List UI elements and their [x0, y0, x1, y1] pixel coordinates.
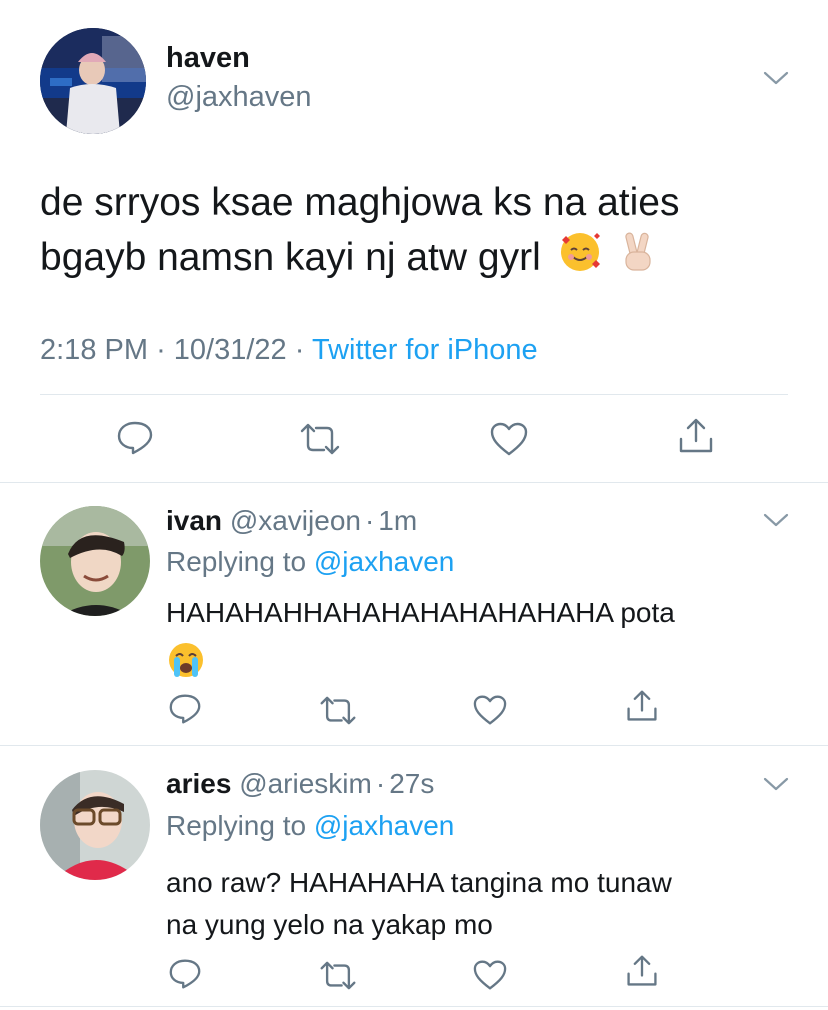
reply-header: aries @arieskim · 27s: [166, 768, 434, 800]
meta-separator: ·: [364, 505, 375, 536]
share-icon[interactable]: [625, 954, 659, 988]
tweet-date: 10/31/22: [173, 334, 287, 366]
replying-to-label: Replying to: [166, 546, 307, 577]
tweet-text: HAHAHAHHAHAHAHAHAHAHAHA pota: [166, 597, 675, 628]
tweet-meta: 2:18 PM · 10/31/22 · Twitter for iPhone: [40, 334, 538, 367]
share-icon[interactable]: [677, 417, 715, 455]
meta-separator: ·: [375, 768, 386, 799]
like-heart-icon[interactable]: [472, 959, 508, 991]
replying-to-handle-link[interactable]: @jaxhaven: [314, 810, 455, 841]
reply-icon[interactable]: [168, 693, 202, 725]
chevron-down-icon[interactable]: [763, 776, 789, 792]
share-icon[interactable]: [625, 689, 659, 723]
replying-to-label: Replying to: [166, 810, 307, 841]
tweet-age: 27s: [389, 768, 435, 799]
retweet-icon[interactable]: [298, 423, 342, 455]
tweet-age: 1m: [378, 505, 418, 536]
tweet-text-content: bgayb namsn kayi nj atw gyrl: [40, 235, 541, 279]
reply-icon[interactable]: [116, 420, 154, 456]
section-divider: [0, 745, 828, 746]
meta-separator: ·: [156, 334, 166, 366]
like-heart-icon[interactable]: [472, 694, 508, 726]
tweet-text-line: ano raw? HAHAHAHA tangina mo tunaw: [166, 867, 672, 898]
divider: [40, 394, 788, 395]
tweet-text-line-2: na yung yelo na yakap mo: [166, 909, 493, 940]
user-handle[interactable]: @xavijeon: [230, 505, 361, 536]
chevron-down-icon[interactable]: [763, 70, 789, 86]
victory-hand-icon: [620, 230, 656, 289]
smiling-face-with-hearts-icon: [558, 230, 602, 289]
replying-to-handle-link[interactable]: @jaxhaven: [314, 546, 455, 577]
tweet-text-line-2: bgayb namsn kayi nj atw gyrl: [40, 230, 800, 289]
reply-header: ivan @xavijeon · 1m: [166, 505, 417, 537]
tweet-text-line: de srryos ksae maghjowa ks na aties: [40, 181, 680, 224]
section-divider: [0, 482, 828, 483]
tweet-text: de srryos ksae maghjowa ks na aties bgay…: [40, 176, 800, 289]
display-name[interactable]: ivan: [166, 505, 222, 536]
reply-icon[interactable]: [168, 958, 202, 990]
avatar[interactable]: [40, 506, 150, 616]
retweet-icon[interactable]: [318, 961, 358, 990]
tweet-source-link[interactable]: Twitter for iPhone: [312, 334, 538, 366]
avatar[interactable]: [40, 770, 150, 880]
replying-to: Replying to @jaxhaven: [166, 810, 454, 842]
display-name[interactable]: aries: [166, 768, 231, 799]
display-name[interactable]: haven: [166, 42, 250, 75]
like-heart-icon[interactable]: [489, 421, 529, 457]
loudly-crying-face-icon: [166, 640, 206, 685]
chevron-down-icon[interactable]: [763, 512, 789, 528]
replying-to: Replying to @jaxhaven: [166, 546, 454, 578]
section-divider: [0, 1006, 828, 1007]
tweet-text: ano raw? HAHAHAHA tangina mo tunaw na yu…: [166, 862, 672, 946]
avatar[interactable]: [40, 28, 146, 134]
meta-separator-2: ·: [294, 334, 305, 366]
tweet-time: 2:18 PM: [40, 334, 148, 366]
retweet-icon[interactable]: [318, 696, 358, 725]
user-handle[interactable]: @arieskim: [239, 768, 372, 799]
user-handle[interactable]: @jaxhaven: [166, 81, 312, 114]
